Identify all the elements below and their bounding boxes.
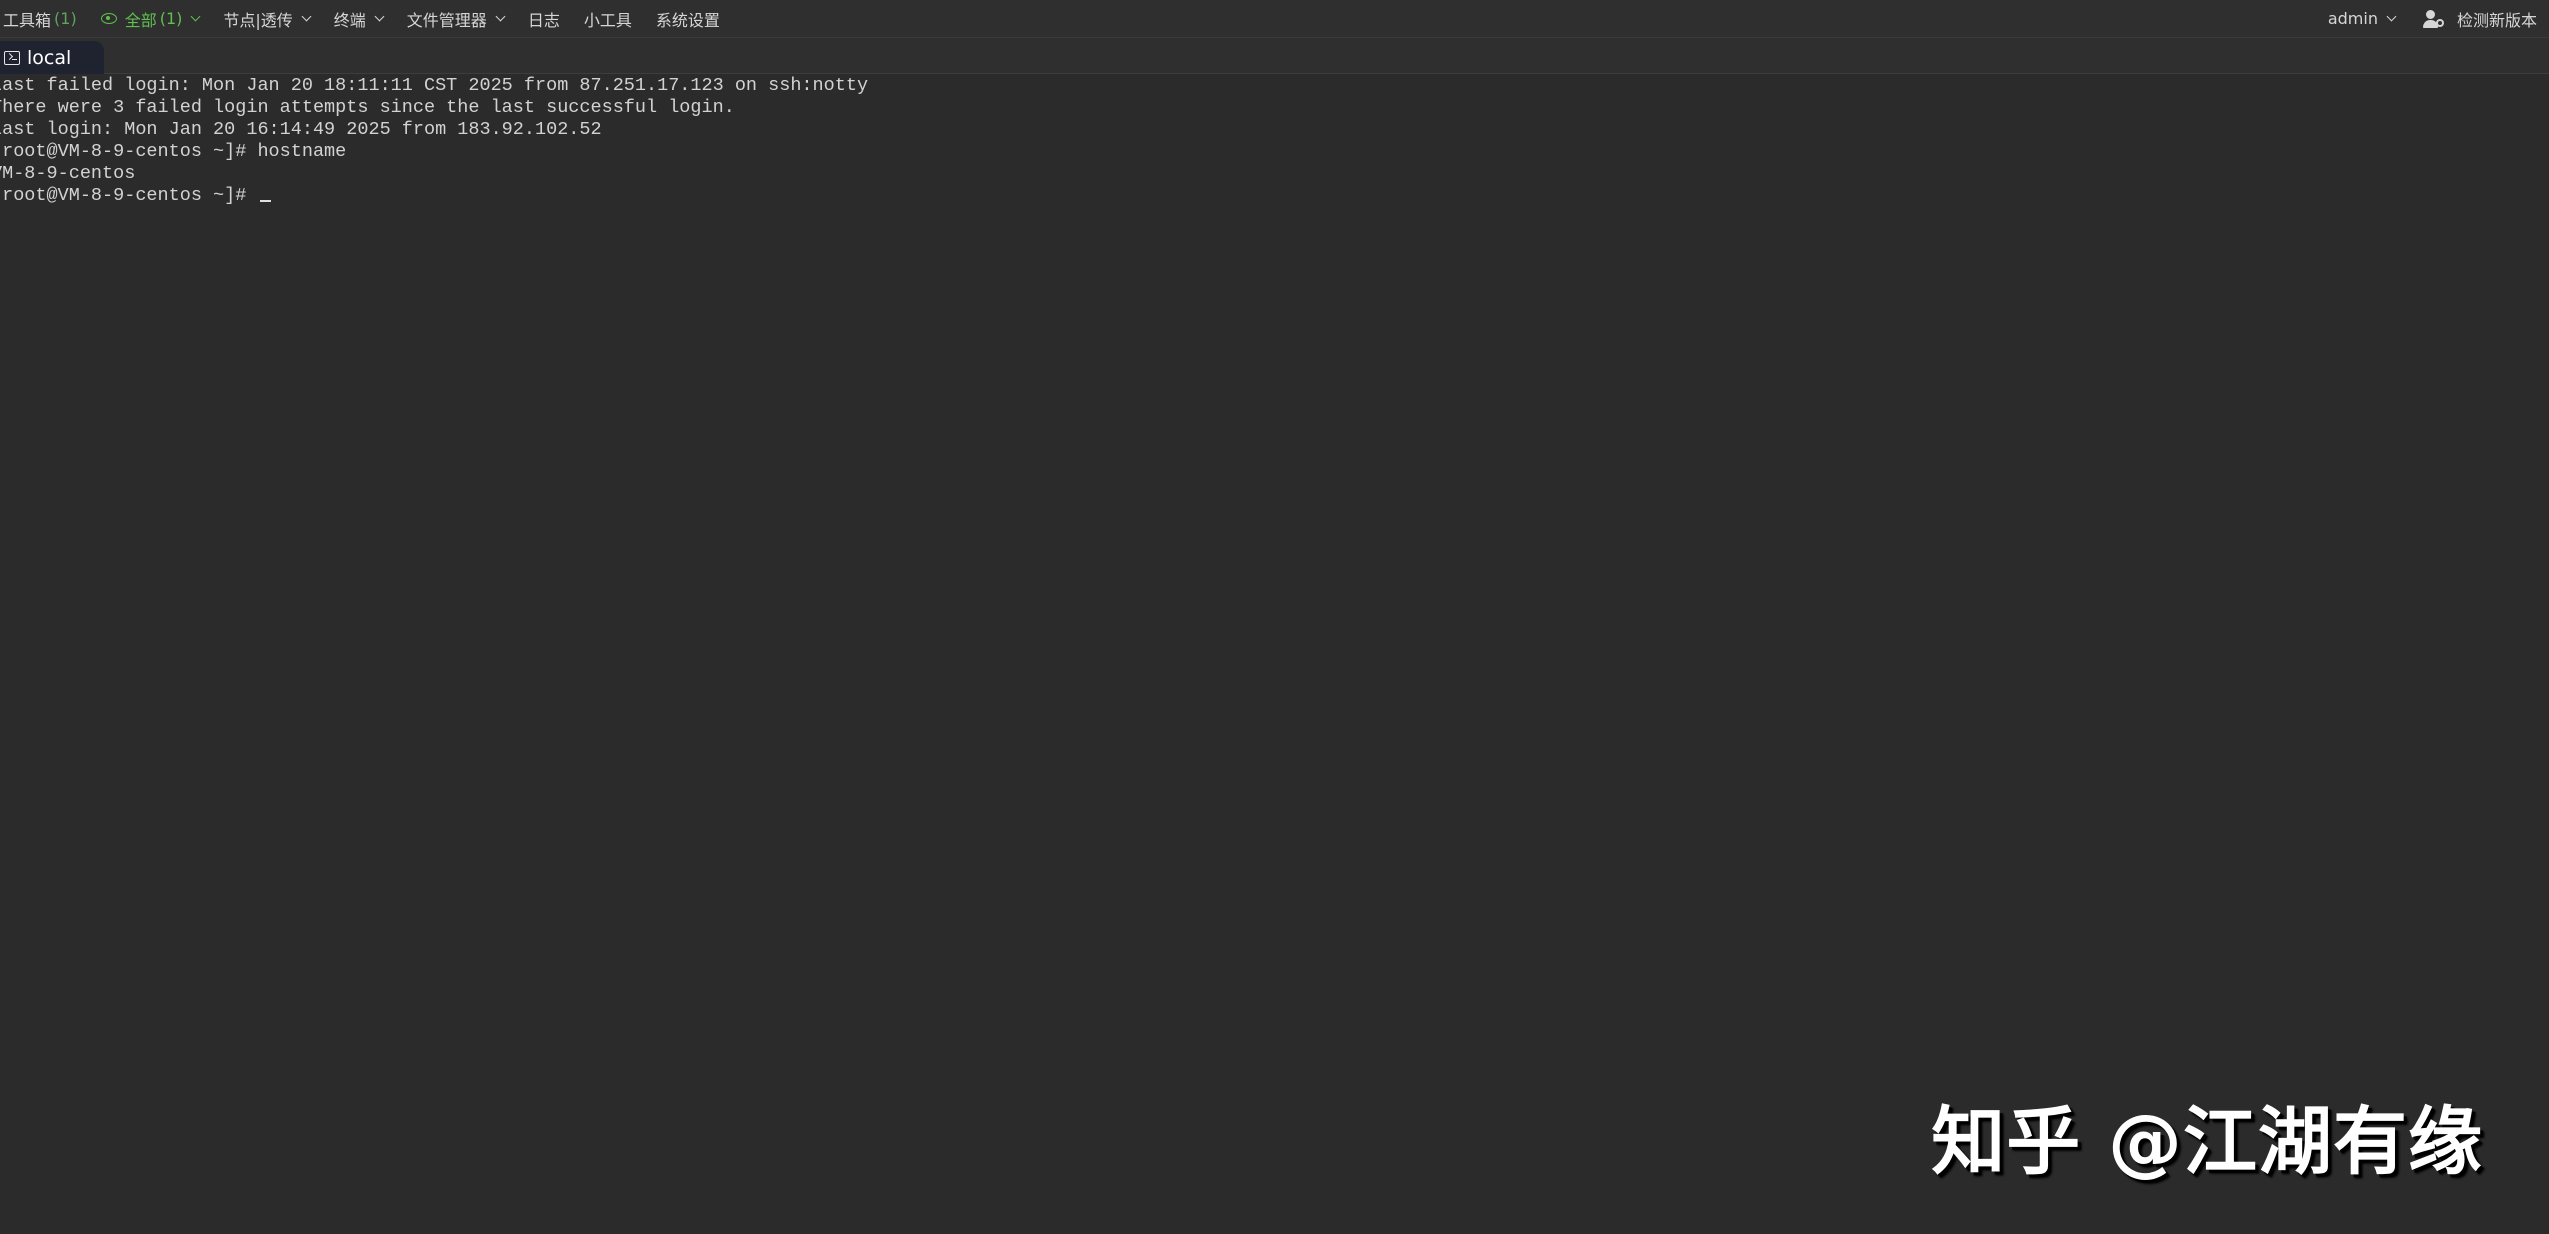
terminal-line: Last login: Mon Jan 20 16:14:49 2025 fro… <box>0 119 602 140</box>
menu-tools[interactable]: 小工具 <box>572 0 644 37</box>
terminal-prompt-line: [root@VM-8-9-centos ~]# <box>0 185 868 207</box>
menu-toolbox-count: (1) <box>54 9 77 28</box>
user-name: admin <box>2327 9 2378 28</box>
terminal-icon <box>4 50 20 65</box>
menu-file-manager-label: 文件管理器 <box>406 10 487 30</box>
check-update-button[interactable]: 检测新版本 <box>2457 0 2541 37</box>
tab-local[interactable]: local <box>0 41 104 74</box>
top-menu-bar: 工具箱 (1) 全部 (1) 节点|透传 终端 文件管理器 日志 小工具 系统设… <box>0 0 2549 38</box>
chevron-down-icon <box>495 11 506 22</box>
terminal-line: Last failed login: Mon Jan 20 18:11:11 C… <box>0 75 869 96</box>
menu-file-manager[interactable]: 文件管理器 <box>395 0 516 37</box>
user-menu[interactable]: admin <box>2325 0 2407 37</box>
menu-nodes-passthrough[interactable]: 节点|透传 <box>211 0 321 37</box>
tab-local-label: local <box>27 46 72 69</box>
chevron-down-icon <box>2386 11 2397 22</box>
chevron-down-icon <box>301 11 312 22</box>
terminal-pane[interactable]: Last failed login: Mon Jan 20 18:11:11 C… <box>0 75 2549 1234</box>
menu-all-label: 全部 <box>124 10 157 30</box>
terminal-line: There were 3 failed login attempts since… <box>0 97 735 118</box>
main-menu: 工具箱 (1) 全部 (1) 节点|透传 终端 文件管理器 日志 小工具 系统设… <box>0 0 732 37</box>
menu-system-settings-label: 系统设置 <box>655 10 720 30</box>
menu-all-count: (1) <box>159 9 183 28</box>
menu-nodes-label: 节点|透传 <box>223 10 293 30</box>
eye-icon <box>100 13 117 24</box>
menu-terminal-label: 终端 <box>333 10 366 30</box>
terminal-prompt: [root@VM-8-9-centos ~]# <box>0 185 258 206</box>
menu-right: admin 检测新版本 <box>2325 0 2549 37</box>
menu-toolbox-label: 工具箱 <box>3 10 52 30</box>
tab-strip: local <box>0 38 2549 74</box>
menu-system-settings[interactable]: 系统设置 <box>644 0 732 37</box>
terminal-line: [root@VM-8-9-centos ~]# hostname <box>0 141 347 162</box>
menu-terminal[interactable]: 终端 <box>322 0 395 37</box>
user-settings-icon[interactable] <box>2422 9 2445 29</box>
menu-logs-label: 日志 <box>527 10 560 30</box>
chevron-down-icon <box>190 11 201 22</box>
terminal-line: VM-8-9-centos <box>0 163 136 184</box>
menu-tools-label: 小工具 <box>583 10 632 30</box>
menu-toolbox[interactable]: 工具箱 (1) <box>0 0 89 37</box>
terminal-output: Last failed login: Mon Jan 20 18:11:11 C… <box>0 75 868 207</box>
chevron-down-icon <box>374 11 385 22</box>
menu-logs[interactable]: 日志 <box>516 0 572 37</box>
watermark: 知乎 @江湖有缘 <box>1931 1099 2483 1185</box>
menu-all-filter[interactable]: 全部 (1) <box>89 0 212 37</box>
terminal-cursor <box>260 200 272 202</box>
